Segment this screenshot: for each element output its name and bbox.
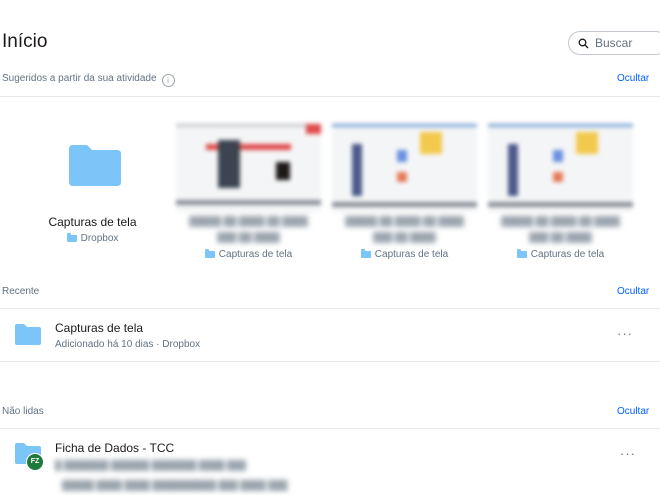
file-card-meta-blurred: ███ ██ ████ <box>373 232 436 242</box>
folder-icon <box>15 324 41 345</box>
search-placeholder: Buscar <box>595 36 633 50</box>
more-options-icon[interactable]: ··· <box>617 326 633 341</box>
folder-icon <box>516 249 527 258</box>
list-item-name[interactable]: Capturas de tela <box>55 321 143 335</box>
divider <box>0 96 660 97</box>
list-item-meta-blurred: █ ███████ ██████ ███████ ████ ███ <box>55 460 247 470</box>
search-input[interactable]: Buscar <box>568 31 660 55</box>
list-item[interactable] <box>0 309 660 361</box>
folder-icon <box>360 249 371 258</box>
file-card-name-blurred: █████ ██ ████ ██ ████ <box>345 216 464 226</box>
file-thumbnail[interactable] <box>332 122 477 212</box>
search-icon <box>578 38 589 49</box>
folder-icon <box>69 145 121 186</box>
folder-icon <box>204 249 215 258</box>
file-card-location-text: Capturas de tela <box>374 249 449 260</box>
info-icon[interactable]: i <box>161 74 175 87</box>
file-card-location-text: Capturas de tela <box>218 249 293 260</box>
list-item-name[interactable]: Ficha de Dados - TCC <box>55 441 174 455</box>
file-card-location: Capturas de tela <box>332 249 477 260</box>
avatar: FZ <box>26 453 44 471</box>
file-thumbnail[interactable] <box>488 122 633 212</box>
divider <box>0 361 660 362</box>
recent-hide-link[interactable]: Ocultar <box>617 286 649 297</box>
file-card-location: Capturas de tela <box>488 249 633 260</box>
suggested-hide-link[interactable]: Ocultar <box>617 73 649 84</box>
file-card-location-text: Capturas de tela <box>530 249 605 260</box>
file-card-name-blurred: █████ ██ ████ ██ ████ <box>501 216 620 226</box>
file-card-meta-blurred: ███ ██ ████ <box>529 232 592 242</box>
folder-card-location: Dropbox <box>20 233 165 244</box>
more-options-icon[interactable]: ··· <box>620 446 636 461</box>
file-card-meta-blurred: ███ ██ ████ <box>217 232 280 242</box>
page-title: Início <box>2 31 48 52</box>
list-item-meta: Adicionado há 10 dias · Dropbox <box>55 339 201 350</box>
folder-card-location-text: Dropbox <box>80 233 119 244</box>
file-thumbnail[interactable] <box>176 122 321 212</box>
folder-icon <box>66 233 77 242</box>
file-card-location: Capturas de tela <box>176 249 321 260</box>
unread-section-title: Não lidas <box>2 406 44 417</box>
list-item-preview-blurred: █████ ████ ████ ██████████ ███ ████ ███ <box>62 480 288 490</box>
suggested-title-text: Sugeridos a partir da sua atividade <box>2 73 157 84</box>
recent-section-title: Recente <box>2 286 40 297</box>
unread-hide-link[interactable]: Ocultar <box>617 406 649 417</box>
suggested-section-title: Sugeridos a partir da sua atividade i <box>2 73 175 87</box>
folder-card-name: Capturas de tela <box>48 215 137 229</box>
file-card-name-blurred: █████ ██ ████ ██ ████ <box>189 216 308 226</box>
